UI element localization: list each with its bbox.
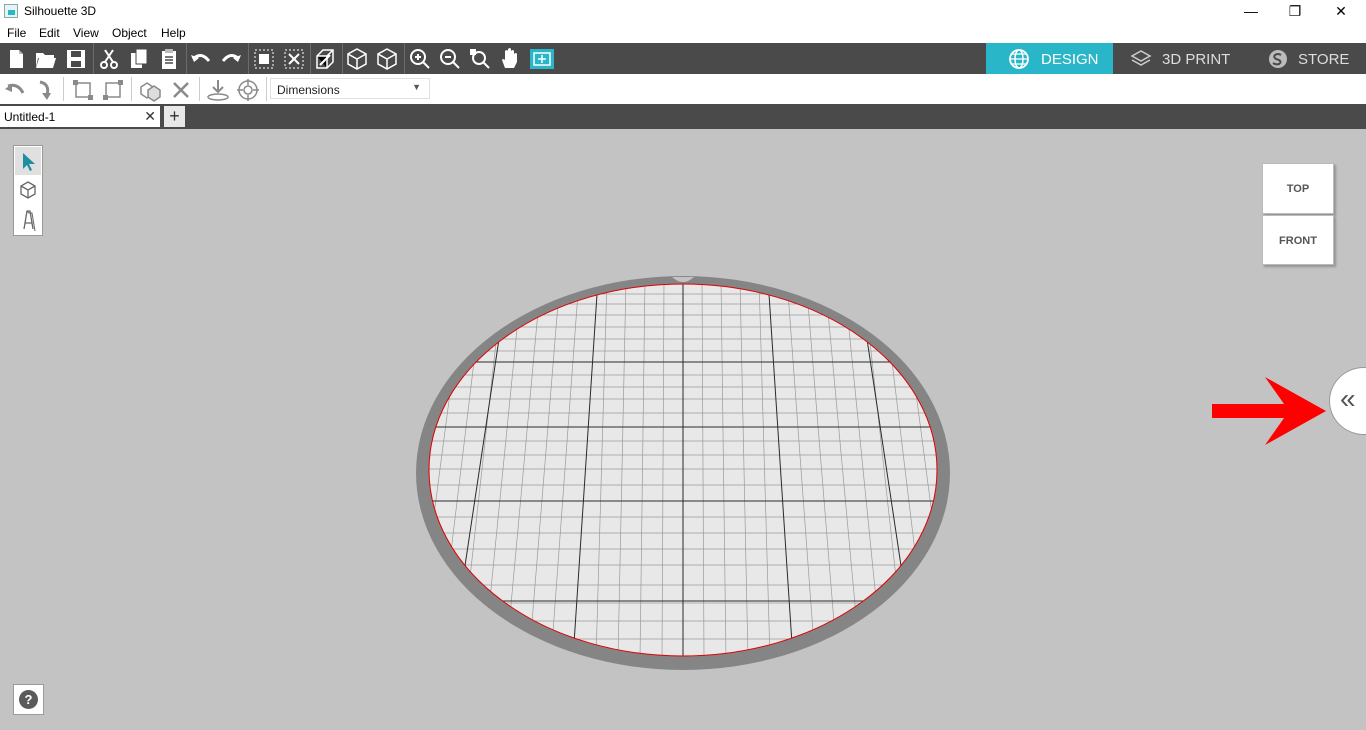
toolbar-separator [131,77,132,101]
rotate-left-icon[interactable] [2,77,28,103]
group-icon[interactable] [251,46,277,72]
align-icon[interactable] [70,77,96,103]
close-button[interactable]: ✕ [1318,0,1364,23]
tab-store-label: STORE [1298,51,1350,68]
zoom-in-icon[interactable] [407,46,433,72]
globe-icon [1009,49,1029,69]
main-toolbar: DESIGN 3D PRINT STORE [0,43,1366,74]
drop-to-bed-icon[interactable] [205,77,231,103]
secondary-toolbar [0,74,1366,104]
redo-icon[interactable] [218,46,244,72]
toolbar-separator [93,43,94,74]
rotate-down-icon[interactable] [32,77,58,103]
toolbar-separator [404,43,405,74]
tab-untitled-1[interactable]: Untitled-1 ✕ [0,106,160,127]
boolean-icon[interactable] [137,77,163,103]
app-icon [4,4,18,18]
cut-icon[interactable] [96,46,122,72]
dimensions-select[interactable]: Dimensions ▼ [270,78,430,99]
toolbar-separator [310,43,311,74]
menu-view[interactable]: View [73,26,99,40]
toolbar-separator [248,43,249,74]
toolbar-separator [266,77,267,101]
save-icon[interactable] [63,46,89,72]
cube-outline-icon[interactable] [374,46,400,72]
minimize-button[interactable]: — [1228,0,1274,23]
menu-help[interactable]: Help [161,26,186,40]
tab-design-label: DESIGN [1041,51,1099,68]
toolbar-separator [63,77,64,101]
add-tab-button[interactable]: + [164,106,185,127]
printer-layers-icon [1130,50,1152,66]
center-icon[interactable] [235,77,261,103]
select-tool-button[interactable] [15,147,41,175]
toolbar-separator [342,43,343,74]
shapes-tool-button[interactable] [15,176,41,204]
double-chevron-left-icon: « [1340,383,1356,414]
paste-icon[interactable] [156,46,182,72]
grid-select-icon[interactable] [529,46,555,72]
undo-icon[interactable] [188,46,214,72]
build-plate-canvas[interactable] [0,129,1366,727]
distribute-icon[interactable] [100,77,126,103]
help-button[interactable]: ? [13,684,44,715]
build-plate-grid [429,284,937,656]
left-tool-palette [13,145,43,236]
close-tab-icon[interactable]: ✕ [144,108,156,125]
chevron-down-icon: ▼ [412,82,421,92]
menu-edit[interactable]: Edit [39,26,60,40]
ungroup-icon[interactable] [281,46,307,72]
view-top-button[interactable]: TOP [1262,163,1334,214]
menu-object[interactable]: Object [112,26,147,40]
extrude-icon[interactable] [312,46,338,72]
tab-3d-print-label: 3D PRINT [1162,51,1231,68]
text-3d-icon [23,210,36,232]
tab-name: Untitled-1 [4,110,56,124]
tab-design[interactable]: DESIGN [986,43,1113,74]
annotation-arrow [1212,377,1326,445]
window-title: Silhouette 3D [24,4,97,18]
new-file-icon[interactable] [3,46,29,72]
text-tool-button[interactable] [15,206,41,234]
cube-icon[interactable] [344,46,370,72]
toolbar-separator [199,77,200,101]
title-bar: Silhouette 3D — ❐ ✕ [0,0,1366,23]
arrow-cursor-icon [23,153,35,171]
pan-hand-icon[interactable] [497,46,523,72]
help-icon: ? [19,690,38,709]
copy-icon[interactable] [126,46,152,72]
restore-button[interactable]: ❐ [1272,0,1318,23]
tab-store[interactable]: STORE [1243,43,1366,74]
delete-icon[interactable] [168,77,194,103]
menu-file[interactable]: File [7,26,26,40]
document-tab-strip: Untitled-1 ✕ + [0,104,1366,129]
cube-icon [20,181,36,199]
zoom-out-icon[interactable] [437,46,463,72]
open-folder-icon[interactable] [33,46,59,72]
zoom-fit-icon[interactable] [467,46,493,72]
tab-3d-print[interactable]: 3D PRINT [1113,43,1243,74]
dimensions-select-value: Dimensions [277,83,340,97]
toolbar-separator [186,43,187,74]
store-s-icon [1269,50,1287,68]
view-front-button[interactable]: FRONT [1262,215,1334,265]
menu-bar: File Edit View Object Help [0,23,1366,43]
